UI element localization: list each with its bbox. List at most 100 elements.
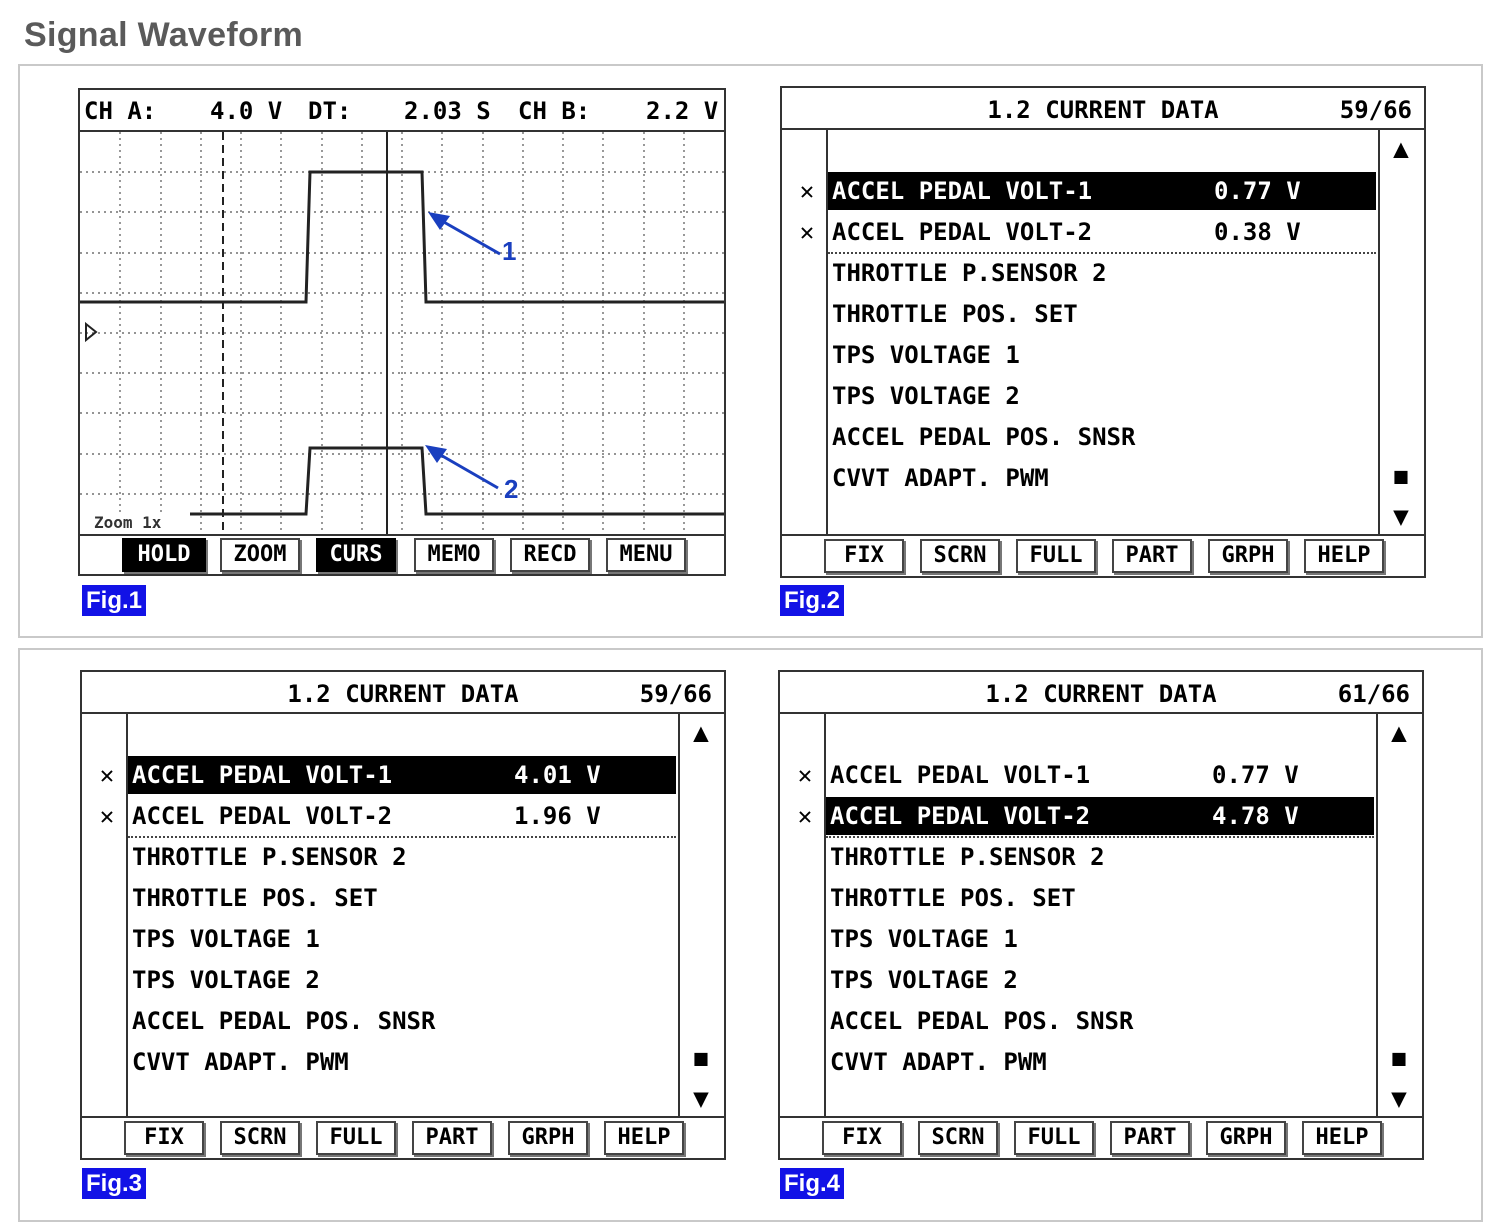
data-list-item[interactable]: ACCEL PEDAL VOLT-2 4.78 V	[826, 797, 1374, 835]
fix-button[interactable]: FIX	[124, 1121, 204, 1155]
zoom-button[interactable]: ZOOM	[220, 538, 300, 572]
scroll-thumb-icon[interactable]: ■	[688, 1046, 714, 1072]
data-list-item[interactable]: THROTTLE POS. SET	[828, 295, 1376, 333]
data-list-item[interactable]: TPS VOLTAGE 2	[826, 961, 1374, 999]
scrollbar-rule	[678, 714, 680, 1116]
waveform-plot: Zoom 1x 1 2	[80, 132, 724, 534]
scroll-down-icon[interactable]: ▼	[1388, 504, 1414, 530]
marker-icon: ✕	[799, 177, 815, 205]
scroll-down-icon[interactable]: ▼	[688, 1086, 714, 1112]
data-item-name: TPS VOLTAGE 1	[832, 341, 1020, 369]
data-list-item[interactable]: ACCEL PEDAL POS. SNSR	[826, 1002, 1374, 1040]
grph-button[interactable]: GRPH	[1206, 1121, 1286, 1155]
curs-button[interactable]: CURS	[316, 538, 396, 572]
grph-button[interactable]: GRPH	[1208, 539, 1288, 573]
data-list-item[interactable]: THROTTLE P.SENSOR 2	[828, 254, 1376, 292]
part-button[interactable]: PART	[412, 1121, 492, 1155]
scope-softkey-bar: HOLD ZOOM CURS MEMO RECD MENU	[80, 534, 724, 574]
data-item-name: CVVT ADAPT. PWM	[132, 1048, 349, 1076]
scroll-thumb-icon[interactable]: ■	[1386, 1046, 1412, 1072]
hold-button[interactable]: HOLD	[122, 538, 206, 572]
data-list-item[interactable]: CVVT ADAPT. PWM	[828, 459, 1376, 497]
data-item-name: TPS VOLTAGE 1	[830, 925, 1018, 953]
data-screen-title: 1.2 CURRENT DATA	[987, 96, 1219, 124]
dt-value: 2.03 S	[404, 97, 491, 125]
full-button[interactable]: FULL	[316, 1121, 396, 1155]
data-item-name: ACCEL PEDAL VOLT-1	[132, 761, 393, 789]
scroll-down-icon[interactable]: ▼	[1386, 1086, 1412, 1112]
data-item-name: THROTTLE POS. SET	[830, 884, 1076, 912]
scrn-button[interactable]: SCRN	[918, 1121, 998, 1155]
fig-2-label: Fig.2	[780, 585, 845, 616]
marker-icon: ✕	[799, 218, 815, 246]
fix-button[interactable]: FIX	[824, 539, 904, 573]
data-list-item[interactable]: TPS VOLTAGE 2	[128, 961, 676, 999]
data-screen-softkey-bar: FIX SCRN FULL PART GRPH HELP	[780, 1116, 1422, 1158]
fixed-items-separator	[826, 836, 1374, 838]
data-list-item[interactable]: ACCEL PEDAL POS. SNSR	[828, 418, 1376, 456]
data-item-value: 4.78 V	[1212, 802, 1299, 830]
data-list-item[interactable]: TPS VOLTAGE 2	[828, 377, 1376, 415]
marker-icon: ✕	[99, 761, 115, 789]
scrn-button[interactable]: SCRN	[920, 539, 1000, 573]
page-title: Signal Waveform	[24, 16, 304, 54]
data-screen-header: 1.2 CURRENT DATA 59/66	[782, 88, 1424, 130]
scope-header: CH A: 4.0 V DT: 2.03 S CH B: 2.2 V	[80, 90, 724, 132]
scroll-up-icon[interactable]: ▲	[1388, 136, 1414, 162]
full-button[interactable]: FULL	[1014, 1121, 1094, 1155]
help-button[interactable]: HELP	[1304, 539, 1384, 573]
page-counter: 59/66	[639, 680, 712, 708]
scrollbar-rule	[1376, 714, 1378, 1116]
data-item-name: ACCEL PEDAL POS. SNSR	[132, 1007, 436, 1035]
callout-2-label: 2	[504, 474, 518, 504]
data-list-item[interactable]: THROTTLE P.SENSOR 2	[826, 838, 1374, 876]
scroll-thumb-icon[interactable]: ■	[1388, 464, 1414, 490]
data-list-item[interactable]: THROTTLE POS. SET	[826, 879, 1374, 917]
data-list-item[interactable]: CVVT ADAPT. PWM	[128, 1043, 676, 1081]
recd-button[interactable]: RECD	[510, 538, 590, 572]
menu-button[interactable]: MENU	[606, 538, 686, 572]
data-list-item[interactable]: THROTTLE P.SENSOR 2	[128, 838, 676, 876]
help-button[interactable]: HELP	[1302, 1121, 1382, 1155]
data-list-item[interactable]: ACCEL PEDAL VOLT-2 1.96 V	[128, 797, 676, 835]
data-list-item[interactable]: ACCEL PEDAL VOLT-1 0.77 V	[828, 172, 1376, 210]
data-list-item[interactable]: ACCEL PEDAL VOLT-2 0.38 V	[828, 213, 1376, 251]
data-item-name: TPS VOLTAGE 2	[132, 966, 320, 994]
data-list-item[interactable]: TPS VOLTAGE 1	[828, 336, 1376, 374]
data-list-item[interactable]: ACCEL PEDAL VOLT-1 0.77 V	[826, 756, 1374, 794]
data-list-item[interactable]: TPS VOLTAGE 1	[826, 920, 1374, 958]
fix-button[interactable]: FIX	[822, 1121, 902, 1155]
data-list-item[interactable]: THROTTLE POS. SET	[128, 879, 676, 917]
part-button[interactable]: PART	[1112, 539, 1192, 573]
data-list-item[interactable]: TPS VOLTAGE 1	[128, 920, 676, 958]
data-list-item[interactable]: ACCEL PEDAL POS. SNSR	[128, 1002, 676, 1040]
data-item-name: CVVT ADAPT. PWM	[832, 464, 1049, 492]
scroll-up-icon[interactable]: ▲	[688, 720, 714, 746]
scrollbar-rule	[1378, 130, 1380, 534]
data-screen-softkey-bar: FIX SCRN FULL PART GRPH HELP	[82, 1116, 724, 1158]
help-button[interactable]: HELP	[604, 1121, 684, 1155]
fig-4-label: Fig.4	[780, 1168, 845, 1199]
ch-a-value: 4.0 V	[210, 97, 283, 125]
data-item-name: THROTTLE P.SENSOR 2	[832, 259, 1107, 287]
memo-button[interactable]: MEMO	[414, 538, 494, 572]
data-item-name: TPS VOLTAGE 2	[832, 382, 1020, 410]
data-item-value: 1.96 V	[514, 802, 601, 830]
data-list-item[interactable]: CVVT ADAPT. PWM	[826, 1043, 1374, 1081]
data-item-name: TPS VOLTAGE 1	[132, 925, 320, 953]
scroll-up-icon[interactable]: ▲	[1386, 720, 1412, 746]
full-button[interactable]: FULL	[1016, 539, 1096, 573]
ch-b-value: 2.2 V	[646, 97, 719, 125]
scrn-button[interactable]: SCRN	[220, 1121, 300, 1155]
data-item-name: CVVT ADAPT. PWM	[830, 1048, 1047, 1076]
ch-a-label: CH A:	[84, 97, 157, 125]
current-data-screen-fig3: 1.2 CURRENT DATA 59/66 ✕ ACCEL PEDAL VOLT-1…	[80, 670, 726, 1160]
current-data-screen-fig2: 1.2 CURRENT DATA 59/66 ✕ ACCEL PEDAL VOLT-1…	[780, 86, 1426, 578]
grph-button[interactable]: GRPH	[508, 1121, 588, 1155]
fixed-items-separator	[128, 836, 676, 838]
data-item-value: 0.38 V	[1214, 218, 1301, 246]
part-button[interactable]: PART	[1110, 1121, 1190, 1155]
data-item-name: THROTTLE POS. SET	[832, 300, 1078, 328]
data-screen-title: 1.2 CURRENT DATA	[985, 680, 1217, 708]
data-list-item[interactable]: ACCEL PEDAL VOLT-1 4.01 V	[128, 756, 676, 794]
